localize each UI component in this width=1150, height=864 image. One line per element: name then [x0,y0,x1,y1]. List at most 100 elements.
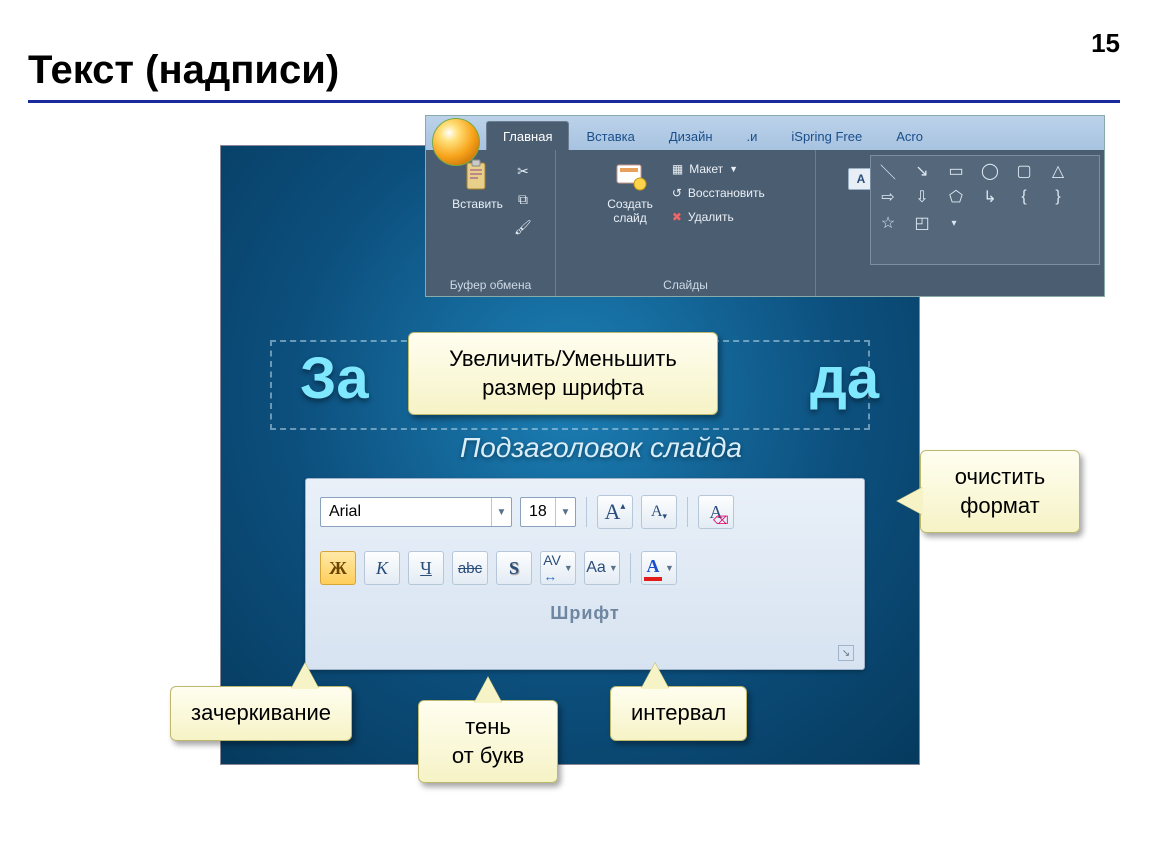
underline-button[interactable]: Ч [408,551,444,585]
shape-arrow-down[interactable]: ⇩ [911,188,933,206]
tab-ispring[interactable]: iSpring Free [774,121,879,150]
callout-clear-format-text: очистить формат [955,464,1045,518]
separator [586,497,587,527]
reset-icon: ↺ [672,186,682,200]
ribbon-tabs: Главная Вставка Дизайн .и iSpring Free A… [426,116,1104,150]
italic-button[interactable]: К [364,551,400,585]
bold-button[interactable]: Ж [320,551,356,585]
callout-tail [897,487,923,515]
chevron-down-icon: ▼ [609,563,618,573]
font-name-combo[interactable]: ▼ [320,497,512,527]
shrink-font-button[interactable]: A ▾ [641,495,677,529]
tab-design[interactable]: Дизайн [652,121,730,150]
callout-clear-format: очистить формат [920,450,1080,533]
font-size-combo[interactable]: ▼ [520,497,576,527]
callout-strike: зачеркивание [170,686,352,741]
new-slide-label: Создать слайд [607,197,653,225]
up-caret-icon: ▴ [620,501,625,512]
paste-label: Вставить [452,197,503,211]
font-name-dropdown[interactable]: ▼ [491,498,511,526]
strike-button[interactable]: abc [452,551,488,585]
slide-title-left: За [300,345,369,412]
shape-star[interactable]: ☆ [877,214,899,232]
callout-shadow-text: тень от букв [452,714,524,768]
shape-callout[interactable]: ◰ [911,214,933,232]
delete-label: Удалить [688,210,734,224]
callout-shadow: тень от букв [418,700,558,783]
shape-rrect[interactable]: ▢ [1013,162,1035,180]
clear-format-button[interactable]: A ⌫ [698,495,734,529]
tab-acrobat[interactable]: Acro [879,121,940,150]
font-name-input[interactable] [321,498,491,526]
shape-arrow[interactable]: ↘ [911,162,933,180]
text-shadow-button[interactable]: S [496,551,532,585]
delete-icon: ✖ [672,210,682,224]
font-size-input[interactable] [521,498,555,526]
shapes-gallery[interactable]: ＼ ↘ ▭ ◯ ▢ △ ⇨ ⇩ ⬠ ↳ { } ☆ ◰ ▾ [870,155,1100,265]
slide-title-right: да [810,345,879,412]
new-slide-button[interactable]: Создать слайд [600,154,660,230]
char-spacing-button[interactable]: AV ↔ ▼ [540,551,576,585]
grow-font-button[interactable]: A ▴ [597,495,633,529]
char-spacing-label: AV [543,552,561,568]
format-painter-button[interactable]: 🖌 [512,216,534,238]
layout-button[interactable]: ▦ Макет ▼ [668,160,769,178]
reset-label: Восстановить [688,186,765,200]
down-caret-icon: ▾ [663,511,668,522]
chevron-down-icon: ▼ [665,563,674,573]
callout-grow-shrink-text: Увеличить/Уменьшить размер шрифта [449,346,677,400]
char-spacing-icon: AV ↔ [543,552,561,584]
font-color-icon: A [644,556,662,581]
callout-tail [291,663,319,689]
callout-spacing: интервал [610,686,747,741]
font-size-dropdown[interactable]: ▼ [555,498,575,526]
chevron-down-icon: ▼ [497,507,507,518]
tab-home[interactable]: Главная [486,121,569,150]
callout-strike-text: зачеркивание [191,700,331,725]
copy-button[interactable]: ⧉ [512,188,534,210]
strike-icon: abc [458,560,482,577]
group-slides: Создать слайд ▦ Макет ▼ ↺ Восстановить ✖… [556,150,816,296]
clipboard-mini-col: ✂ ⧉ 🖌 [510,154,536,244]
reset-button[interactable]: ↺ Восстановить [668,184,769,202]
shape-oval[interactable]: ◯ [979,162,1001,180]
shape-brace-l[interactable]: { [1013,188,1035,206]
bold-icon: Ж [329,558,347,579]
callout-tail [474,677,502,703]
office-button[interactable] [432,118,480,166]
separator [687,497,688,527]
font-dialog-launcher[interactable]: ↘ [838,645,854,661]
change-case-icon: Aa [586,559,606,577]
grow-font-icon: A [605,499,621,525]
shape-rect[interactable]: ▭ [945,162,967,180]
shape-pentagon[interactable]: ⬠ [945,188,967,206]
tab-unknown[interactable]: .и [730,121,775,150]
chevron-down-icon: ▼ [561,507,571,518]
change-case-button[interactable]: Aa ▼ [584,551,620,585]
slide-subtitle: Подзаголовок слайда [460,432,742,464]
font-color-button[interactable]: A ▼ [641,551,677,585]
shape-line[interactable]: ＼ [877,162,899,180]
delete-button[interactable]: ✖ Удалить [668,208,769,226]
paste-icon [461,159,495,193]
gallery-more[interactable]: ▾ [945,214,963,232]
callout-spacing-text: интервал [631,700,726,725]
font-color-letter: A [647,556,660,577]
shape-brace-r[interactable]: } [1047,188,1069,206]
layout-label: Макет [689,162,723,176]
page-number: 15 [1091,28,1120,59]
chevron-down-icon: ▼ [564,563,573,573]
shape-arrow-right[interactable]: ⇨ [877,188,899,206]
italic-icon: К [376,558,388,579]
separator [630,553,631,583]
shadow-icon: S [509,558,519,579]
title-underline [28,100,1120,103]
callout-grow-shrink: Увеличить/Уменьшить размер шрифта [408,332,718,415]
slides-caption: Слайды [562,275,809,296]
shape-connector[interactable]: ↳ [979,188,1001,206]
shape-triangle[interactable]: △ [1047,162,1069,180]
tab-insert[interactable]: Вставка [569,121,651,150]
copy-icon: ⧉ [518,191,528,208]
cut-button[interactable]: ✂ [512,160,534,182]
callout-tail [641,663,669,689]
